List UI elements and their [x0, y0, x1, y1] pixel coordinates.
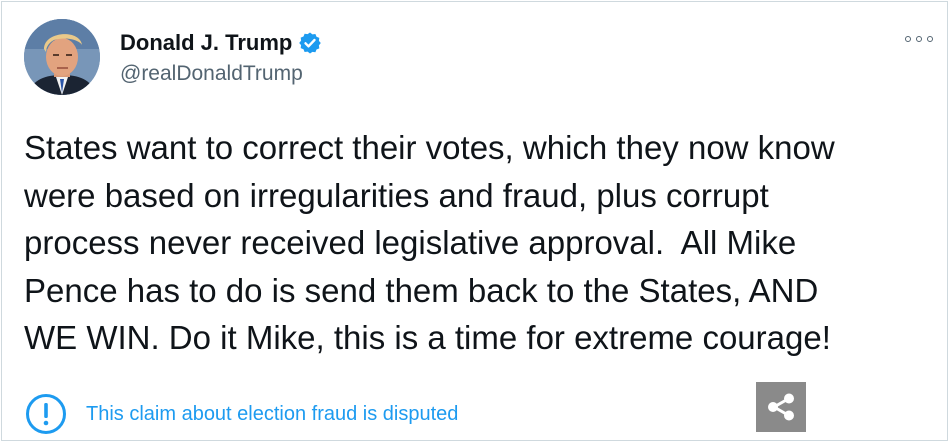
tweet-text: States want to correct their votes, whic…: [24, 129, 835, 356]
profile-photo-icon: [24, 19, 100, 95]
more-dot: [916, 36, 922, 42]
avatar[interactable]: [24, 19, 100, 95]
notice-text[interactable]: This claim about election fraud is dispu…: [86, 403, 458, 426]
more-dot: [905, 36, 911, 42]
info-circle-icon: [26, 394, 66, 434]
more-dot: [927, 36, 933, 42]
tweet-card[interactable]: Donald J. Trump @realDonaldTrump States …: [1, 1, 948, 441]
share-button[interactable]: [756, 382, 806, 432]
author-handle[interactable]: @realDonaldTrump: [120, 62, 303, 86]
verified-badge-icon: [299, 32, 322, 54]
more-options-icon[interactable]: [905, 32, 933, 46]
share-icon: [768, 393, 794, 421]
author-name-row[interactable]: Donald J. Trump: [120, 30, 322, 56]
author-name[interactable]: Donald J. Trump: [120, 30, 292, 56]
disputed-claim-notice[interactable]: This claim about election fraud is dispu…: [24, 392, 458, 436]
